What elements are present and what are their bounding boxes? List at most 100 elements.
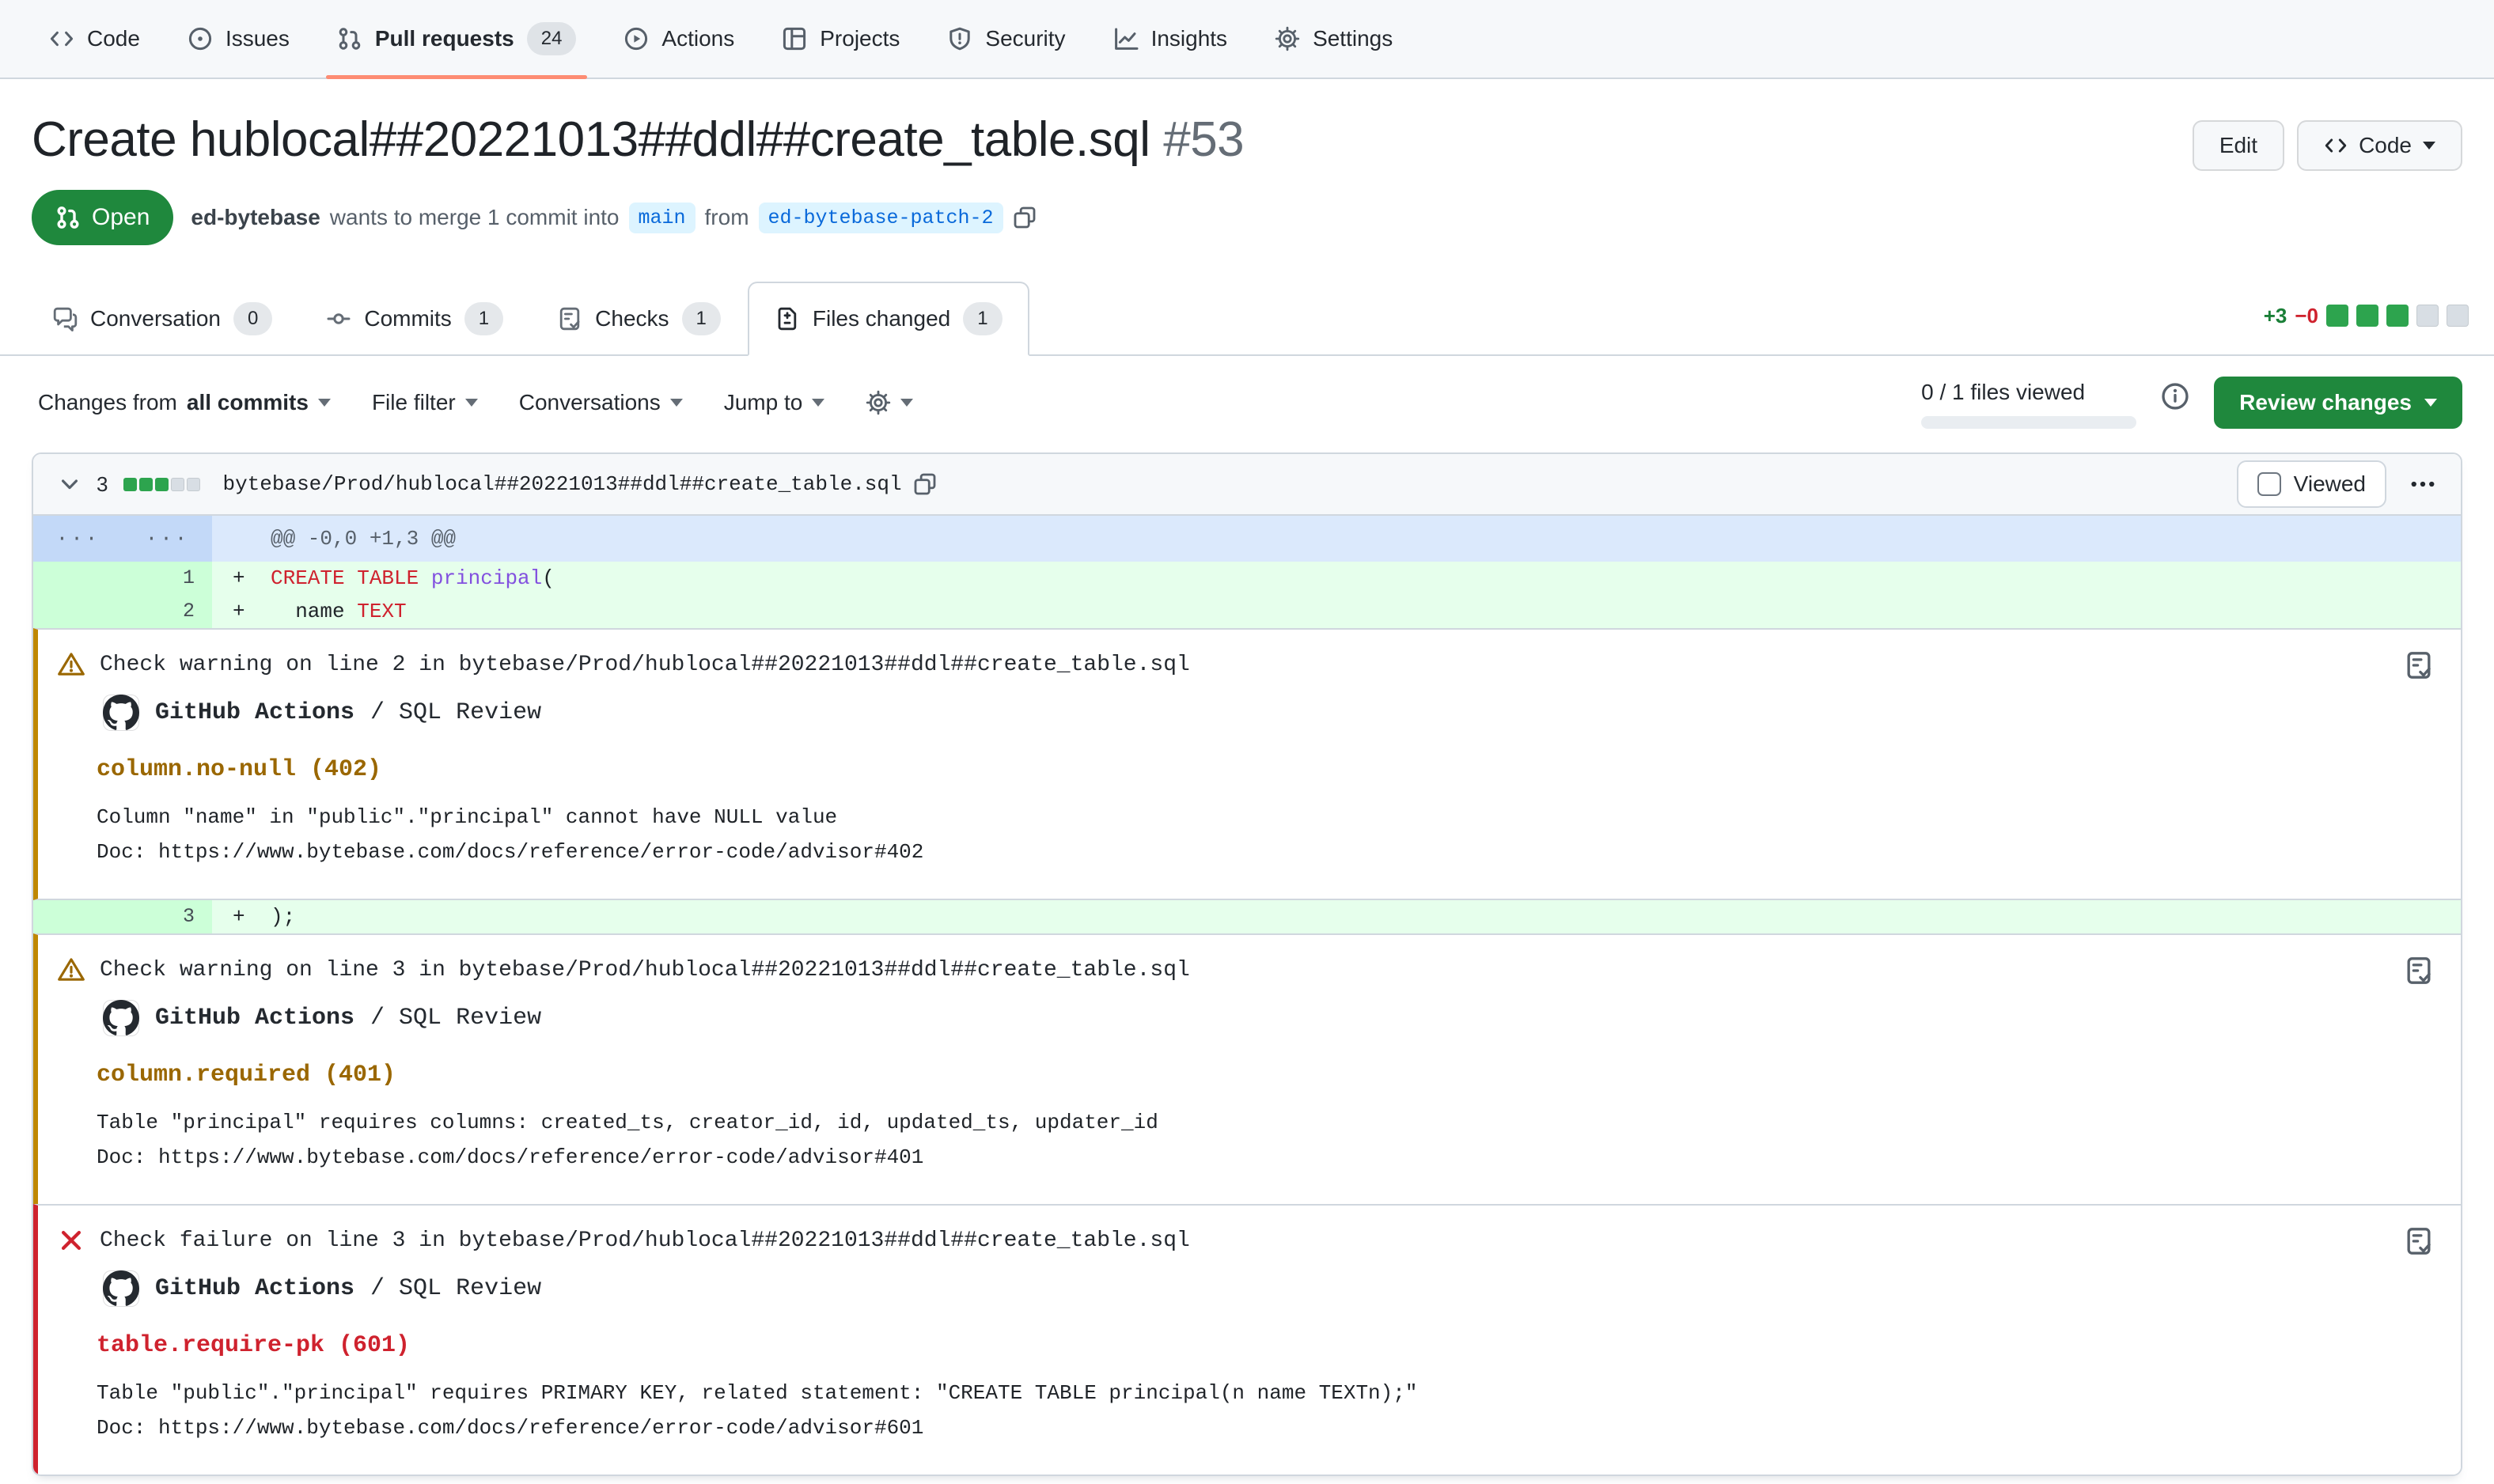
tab-files-changed[interactable]: Files changed 1 bbox=[748, 282, 1029, 356]
tab-counter: 1 bbox=[963, 302, 1002, 335]
check-tool-link[interactable]: GitHub Actions bbox=[155, 1275, 354, 1302]
nav-label: Security bbox=[985, 26, 1065, 51]
nav-item-settings[interactable]: Settings bbox=[1251, 0, 1416, 78]
nav-label: Actions bbox=[661, 26, 734, 51]
chevron-down-icon bbox=[465, 399, 478, 407]
nav-item-projects[interactable]: Projects bbox=[758, 0, 923, 78]
merge-summary: ed-bytebase wants to merge 1 commit into… bbox=[191, 203, 1036, 233]
diffstat-square bbox=[2447, 305, 2469, 327]
diff-line-2: 2 + name TEXT bbox=[33, 595, 2461, 628]
repo-nav: Code Issues Pull requests 24 Actions Pro… bbox=[0, 0, 2494, 79]
tab-commits[interactable]: Commits 1 bbox=[299, 282, 530, 356]
nav-item-pull-requests[interactable]: Pull requests 24 bbox=[313, 0, 601, 78]
code-line: +); bbox=[212, 900, 2461, 933]
expand-dots: ··· bbox=[123, 516, 212, 562]
tab-counter: 1 bbox=[682, 302, 721, 335]
check-annotation-warning-402: Check warning on line 2 in bytebase/Prod… bbox=[33, 628, 2461, 900]
author-link[interactable]: ed-bytebase bbox=[191, 205, 320, 230]
check-tool-link[interactable]: GitHub Actions bbox=[155, 699, 354, 726]
nav-label: Insights bbox=[1151, 26, 1228, 51]
view-check-run-checklist-icon[interactable] bbox=[2404, 1226, 2434, 1256]
chevron-down-icon bbox=[318, 399, 331, 407]
line-number[interactable]: 2 bbox=[33, 595, 212, 628]
tab-counter: 1 bbox=[464, 302, 503, 335]
nav-item-security[interactable]: Security bbox=[923, 0, 1089, 78]
pr-tabbar: Conversation 0 Commits 1 Checks 1 Files … bbox=[0, 282, 2494, 356]
issue-opened-icon bbox=[188, 26, 213, 51]
file-diffstat-squares bbox=[123, 478, 200, 491]
head-branch-link[interactable]: ed-bytebase-patch-2 bbox=[759, 203, 1003, 233]
code-dropdown-button[interactable]: Code bbox=[2297, 120, 2462, 171]
comment-discussion-icon bbox=[52, 306, 78, 331]
check-run-name: / SQL Review bbox=[370, 1005, 541, 1032]
pull-requests-count-badge: 24 bbox=[527, 22, 577, 55]
diff-line-1: 1 +CREATE TABLE principal( bbox=[33, 562, 2461, 595]
tab-checks[interactable]: Checks 1 bbox=[530, 282, 748, 356]
nav-item-actions[interactable]: Actions bbox=[600, 0, 758, 78]
hunk-header-row: ··· ··· @@ -0,0 +1,3 @@ bbox=[33, 516, 2461, 562]
file-changed-lines-count: 3 bbox=[97, 472, 108, 497]
conversations-dropdown[interactable]: Conversations bbox=[519, 390, 683, 415]
view-check-run-checklist-icon[interactable] bbox=[2404, 650, 2434, 680]
file-filter-dropdown[interactable]: File filter bbox=[372, 390, 478, 415]
pr-number: #53 bbox=[1163, 112, 1244, 167]
file-options-kebab-icon[interactable] bbox=[2409, 470, 2437, 498]
nav-item-insights[interactable]: Insights bbox=[1090, 0, 1252, 78]
line-number[interactable]: 1 bbox=[33, 562, 212, 595]
copy-path-icon[interactable] bbox=[913, 472, 937, 496]
rule-doc: Doc: https://www.bytebase.com/docs/refer… bbox=[97, 840, 2429, 864]
github-actions-avatar bbox=[103, 695, 139, 731]
pr-files-page: Create hublocal##20221013##ddl##create_t… bbox=[0, 79, 2494, 1476]
edit-button[interactable]: Edit bbox=[2193, 120, 2284, 171]
page-title: Create hublocal##20221013##ddl##create_t… bbox=[32, 109, 1244, 171]
review-changes-button[interactable]: Review changes bbox=[2214, 377, 2462, 429]
chevron-down-icon bbox=[900, 399, 913, 407]
diff-toolbar: Changes from all commits File filter Con… bbox=[0, 356, 2494, 446]
diff-settings-dropdown[interactable] bbox=[866, 390, 913, 415]
diffstat: +3 −0 bbox=[2264, 304, 2469, 333]
rule-title: column.required (401) bbox=[97, 1062, 2429, 1088]
collapse-file-chevron-icon[interactable] bbox=[57, 471, 82, 497]
files-viewed-label: 0 / 1 files viewed bbox=[1921, 380, 2085, 405]
nav-label: Issues bbox=[226, 26, 290, 51]
base-branch-link[interactable]: main bbox=[629, 203, 696, 233]
annotation-heading: Check failure on line 3 in bytebase/Prod… bbox=[100, 1228, 1190, 1253]
check-annotation-warning-401: Check warning on line 3 in bytebase/Prod… bbox=[33, 933, 2461, 1204]
info-icon[interactable] bbox=[2160, 377, 2190, 411]
nav-label: Settings bbox=[1313, 26, 1393, 51]
annotation-heading: Check warning on line 2 in bytebase/Prod… bbox=[100, 653, 1190, 677]
changes-from-dropdown[interactable]: Changes from all commits bbox=[38, 390, 331, 415]
git-pull-request-icon bbox=[337, 26, 362, 51]
viewed-checkbox[interactable] bbox=[2257, 472, 2281, 496]
git-pull-request-icon bbox=[55, 205, 81, 230]
files-viewed-progress: 0 / 1 files viewed bbox=[1921, 377, 2136, 429]
viewed-toggle-button[interactable]: Viewed bbox=[2237, 460, 2386, 508]
code-line: + name TEXT bbox=[212, 595, 2461, 628]
deletions-count: −0 bbox=[2295, 304, 2318, 328]
nav-item-issues[interactable]: Issues bbox=[164, 0, 313, 78]
check-tool-link[interactable]: GitHub Actions bbox=[155, 1005, 354, 1032]
code-icon bbox=[49, 26, 74, 51]
line-number[interactable]: 3 bbox=[33, 900, 212, 933]
chevron-down-icon bbox=[2423, 142, 2435, 150]
copy-branch-icon[interactable] bbox=[1013, 206, 1037, 229]
nav-item-code[interactable]: Code bbox=[25, 0, 164, 78]
nav-label: Code bbox=[87, 26, 140, 51]
code-icon bbox=[2324, 134, 2348, 157]
file-diff-icon bbox=[775, 306, 800, 331]
hunk-header-text: @@ -0,0 +1,3 @@ bbox=[212, 516, 456, 562]
view-check-run-checklist-icon[interactable] bbox=[2404, 956, 2434, 986]
alert-triangle-icon bbox=[57, 650, 85, 679]
rule-message: Table "public"."principal" requires PRIM… bbox=[97, 1381, 2429, 1405]
file-path-link[interactable]: bytebase/Prod/hublocal##20221013##ddl##c… bbox=[222, 472, 901, 496]
play-icon bbox=[624, 26, 649, 51]
tab-conversation[interactable]: Conversation 0 bbox=[25, 282, 299, 356]
nav-label: Pull requests bbox=[375, 26, 514, 51]
file-diff-panel: 3 bytebase/Prod/hublocal##20221013##ddl#… bbox=[32, 452, 2462, 1476]
shield-icon bbox=[947, 26, 972, 51]
jump-to-dropdown[interactable]: Jump to bbox=[724, 390, 825, 415]
rule-title: column.no-null (402) bbox=[97, 756, 2429, 783]
project-icon bbox=[782, 26, 807, 51]
chevron-down-icon bbox=[670, 399, 683, 407]
hunk-gutter[interactable]: ··· ··· bbox=[33, 516, 212, 562]
